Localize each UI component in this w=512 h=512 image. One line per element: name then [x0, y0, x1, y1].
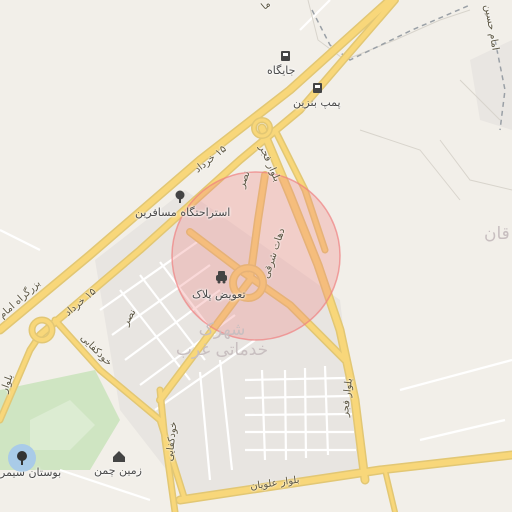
highlight-circle [171, 171, 341, 341]
district-label-line2: خدماتی غرب [175, 340, 269, 360]
district-label-right: قان [484, 224, 510, 244]
urban-block-ne [470, 40, 512, 130]
poi-label-plate-exchange[interactable]: تعویض پلاک [192, 288, 246, 301]
poi-label-jaygah[interactable]: جایگاه [267, 64, 295, 77]
fuel-pump-icon[interactable] [313, 83, 322, 93]
district-label-line1: شهرک [198, 320, 246, 340]
poi-label-park[interactable]: بوستان سیمر [0, 466, 61, 479]
poi-label-rest-area[interactable]: استراحتگاه مسافرین [135, 206, 230, 219]
field-icon[interactable] [113, 451, 125, 462]
map-canvas[interactable] [0, 0, 512, 512]
map-view[interactable]: جایگاه پمپ بنزین استراحتگاه مسافرین تعوی… [0, 0, 512, 512]
poi-label-gas-station[interactable]: پمپ بنزین [293, 96, 341, 109]
district-label: شهرک خدماتی غرب [174, 320, 270, 360]
fuel-icon[interactable] [281, 51, 290, 61]
poi-label-sports-field[interactable]: زمین چمن [94, 464, 142, 477]
